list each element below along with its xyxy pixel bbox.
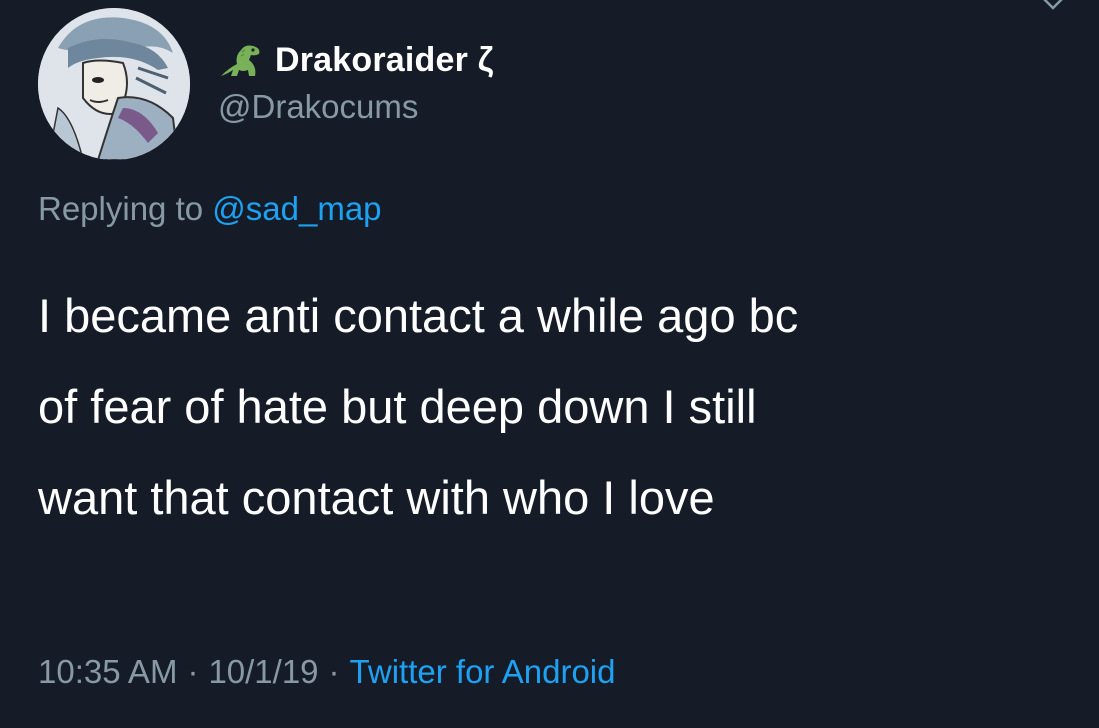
replying-to-line: Replying to @sad_map — [38, 190, 382, 228]
tweet-text: I became anti contact a while ago bc of … — [38, 270, 1058, 543]
author-display-name: Drakoraider ζ — [275, 40, 494, 79]
tweet-text-line: want that contact with who I love — [38, 471, 715, 524]
avatar[interactable] — [38, 8, 190, 160]
avatar-image — [38, 8, 190, 160]
dinosaur-emoji-icon — [221, 45, 260, 76]
tweet-source-link[interactable]: Twitter for Android — [350, 653, 616, 690]
meta-separator: · — [187, 653, 199, 690]
tweet-text-line: I became anti contact a while ago bc — [38, 289, 799, 342]
chevron-down-icon[interactable] — [1037, 0, 1069, 18]
meta-separator: · — [328, 653, 340, 690]
tweet-card: Drakoraider ζ @Drakocums Replying to @sa… — [0, 0, 1099, 728]
tweet-metadata: 10:35 AM · 10/1/19 · Twitter for Android — [38, 653, 616, 691]
tweet-time: 10:35 AM — [38, 653, 178, 690]
author-name-row[interactable]: Drakoraider ζ — [215, 38, 494, 82]
tweet-date: 10/1/19 — [208, 653, 319, 690]
tweet-text-line: of fear of hate but deep down I still — [38, 380, 757, 433]
replying-to-label: Replying to — [38, 190, 204, 227]
reply-mention-link[interactable]: @sad_map — [212, 190, 381, 227]
author-handle[interactable]: @Drakocums — [218, 88, 418, 126]
